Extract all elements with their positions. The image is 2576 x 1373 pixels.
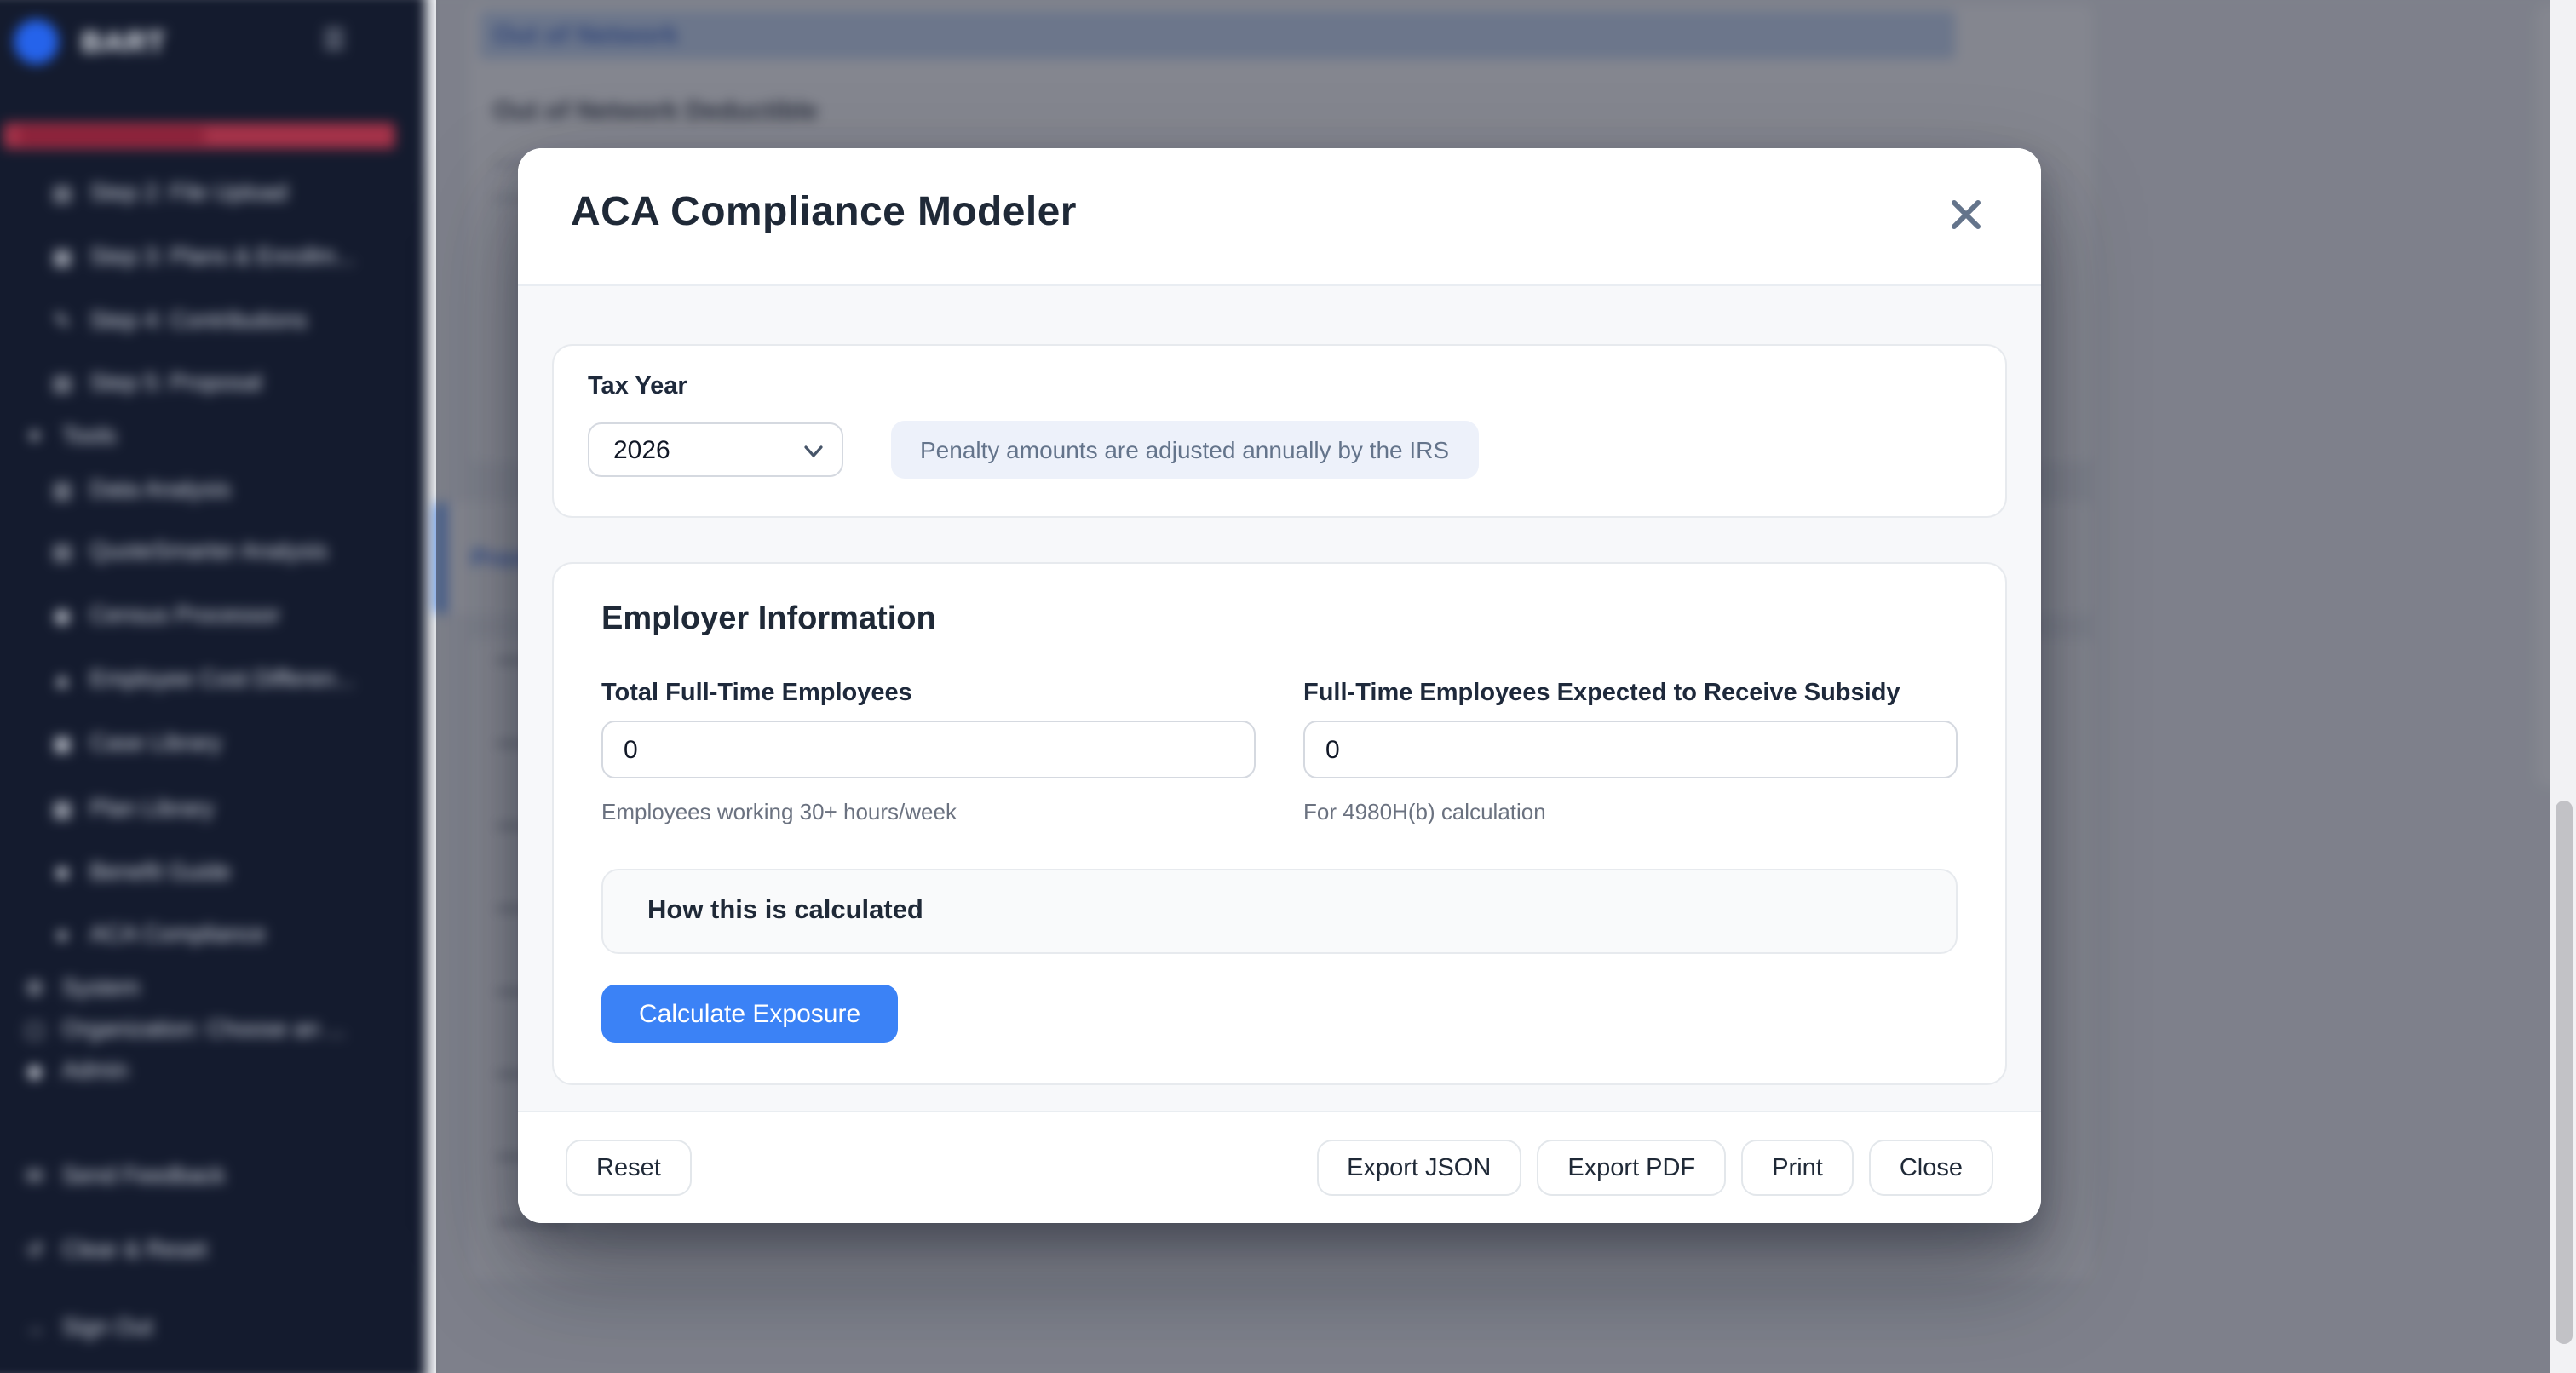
scrollbar-thumb[interactable] xyxy=(2555,801,2572,1344)
feedback-icon: ✉ xyxy=(22,1163,46,1187)
sidebar-item-organization[interactable]: ▢ Organization: Choose an ... xyxy=(22,1016,345,1042)
modal-header: ACA Compliance Modeler xyxy=(518,148,2041,286)
subsidy-fte-label: Full-Time Employees Expected to Receive … xyxy=(1303,680,1958,707)
alert-banner-text xyxy=(19,128,205,143)
tax-year-select[interactable]: 2026 xyxy=(588,422,843,477)
sidebar-collapse-icon[interactable]: ☰ xyxy=(323,25,346,55)
sidebar-item-step3-plans[interactable]: ▦ Step 3: Plans & Enrollm... xyxy=(50,244,355,269)
organization-icon: ▢ xyxy=(22,1017,46,1041)
quote-analysis-icon: ▤ xyxy=(50,539,74,563)
page-scrollbar[interactable] xyxy=(2550,0,2576,1373)
plans-icon: ▦ xyxy=(50,244,74,268)
sidebar-item-data-analysis[interactable]: ▥ Data Analysis xyxy=(50,476,231,502)
sidebar-item-employee-cost-diff[interactable]: ▲ Employee Cost Differen... xyxy=(50,666,354,692)
reset-button[interactable]: Reset xyxy=(566,1140,692,1196)
case-library-icon: ▣ xyxy=(50,731,74,755)
benefit-guide-icon: ■ xyxy=(50,859,74,883)
file-upload-icon: ▤ xyxy=(50,181,74,204)
modal-title: ACA Compliance Modeler xyxy=(571,189,1077,237)
close-icon[interactable] xyxy=(1946,194,1987,235)
tools-icon: ✦ xyxy=(22,423,46,447)
penalty-note: Penalty amounts are adjusted annually by… xyxy=(891,421,1478,479)
app-logo-text: BART xyxy=(81,26,166,60)
proposal-icon: ▤ xyxy=(50,371,74,394)
app-logo-icon xyxy=(14,20,59,65)
aca-compliance-modal: ACA Compliance Modeler Tax Year 2026 Pen… xyxy=(518,148,2041,1223)
sidebar-item-quotesmarter-analysis[interactable]: ▤ QuoteSmarter Analysis xyxy=(50,538,328,564)
tax-year-card: Tax Year 2026 Penalty amounts are adjust… xyxy=(552,344,2007,518)
gear-icon: ⚙ xyxy=(22,975,46,999)
census-icon: ◉ xyxy=(50,603,74,627)
sign-out-icon: → xyxy=(22,1315,46,1339)
alert-banner xyxy=(3,123,394,148)
print-button[interactable]: Print xyxy=(1741,1140,1854,1196)
export-pdf-button[interactable]: Export PDF xyxy=(1537,1140,1726,1196)
export-json-button[interactable]: Export JSON xyxy=(1316,1140,1521,1196)
sidebar-item-sign-out[interactable]: → Sign Out xyxy=(22,1314,152,1340)
sidebar-item-clear-reset[interactable]: ↺ Clear & Reset xyxy=(22,1237,207,1262)
subsidy-fte-helper: For 4980H(b) calculation xyxy=(1303,799,1958,824)
subsidy-fte-input[interactable] xyxy=(1303,721,1958,778)
sidebar-item-step4-contributions[interactable]: ✎ Step 4: Contributions xyxy=(50,307,308,333)
sidebar-item-case-library[interactable]: ▣ Case Library xyxy=(50,730,221,755)
how-calculated-expander[interactable]: How this is calculated xyxy=(601,869,1958,954)
sidebar-item-benefit-guide[interactable]: ■ Benefit Guide xyxy=(50,859,231,884)
close-button[interactable]: Close xyxy=(1869,1140,1993,1196)
sidebar: BART ☰ ▤ Step 2: File Upload ▦ Step 3: P… xyxy=(0,0,426,1373)
aca-compliance-icon: ● xyxy=(50,922,74,945)
employer-information-card: Employer Information Total Full-Time Emp… xyxy=(552,562,2007,1085)
sidebar-item-aca-compliance[interactable]: ● ACA Compliance xyxy=(50,921,266,946)
sidebar-item-send-feedback[interactable]: ✉ Send Feedback xyxy=(22,1163,225,1188)
reset-icon: ↺ xyxy=(22,1238,46,1261)
admin-icon: ◆ xyxy=(22,1058,46,1082)
sidebar-item-step5-proposal[interactable]: ▤ Step 5: Proposal xyxy=(50,370,262,395)
sidebar-item-census-processor[interactable]: ◉ Census Processor xyxy=(50,602,280,628)
cost-diff-icon: ▲ xyxy=(50,667,74,691)
sidebar-item-plan-library[interactable]: ▦ Plan Library xyxy=(50,796,214,821)
sidebar-item-admin[interactable]: ◆ Admin xyxy=(22,1057,128,1083)
sidebar-section-tools[interactable]: ✦ Tools xyxy=(22,422,116,448)
contributions-icon: ✎ xyxy=(50,308,74,332)
sidebar-item-step2-file-upload[interactable]: ▤ Step 2: File Upload xyxy=(50,180,288,205)
sidebar-item-system[interactable]: ⚙ System xyxy=(22,974,140,1000)
employer-information-heading: Employer Information xyxy=(601,601,1958,639)
modal-body: Tax Year 2026 Penalty amounts are adjust… xyxy=(518,286,2041,1111)
app-viewport: Out of Network Out of Network Deductible… xyxy=(0,0,2576,1373)
calculate-exposure-button[interactable]: Calculate Exposure xyxy=(601,985,898,1043)
chevron-down-icon xyxy=(804,445,823,458)
modal-footer: Reset Export JSON Export PDF Print Close xyxy=(518,1111,2041,1223)
total-fte-input[interactable] xyxy=(601,721,1256,778)
data-analysis-icon: ▥ xyxy=(50,477,74,501)
plan-library-icon: ▦ xyxy=(50,796,74,820)
tax-year-label: Tax Year xyxy=(588,373,1971,400)
total-fte-label: Total Full-Time Employees xyxy=(601,680,1256,707)
total-fte-helper: Employees working 30+ hours/week xyxy=(601,799,1256,824)
